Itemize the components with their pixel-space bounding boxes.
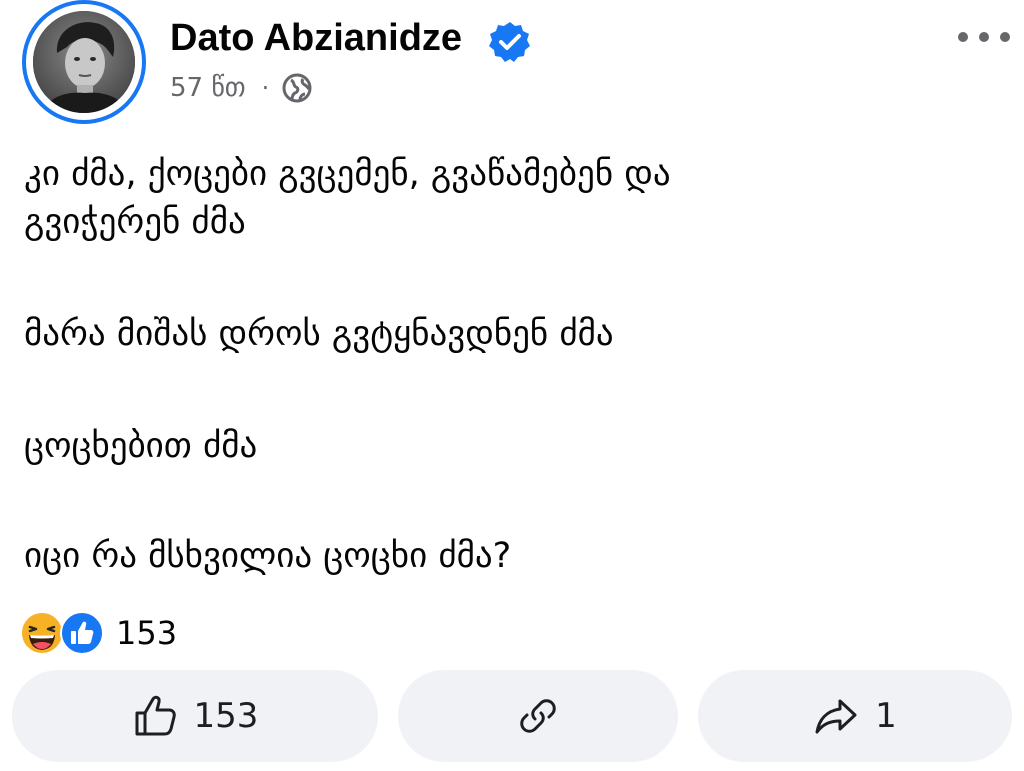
more-horizontal-icon <box>958 32 968 42</box>
post-paragraph: ცოცხებით ძმა <box>24 426 258 466</box>
haha-reaction-icon <box>20 611 64 655</box>
link-icon <box>520 699 556 733</box>
share-count: 1 <box>875 696 897 736</box>
post-header: Dato Abzianidze 57 წთ · <box>22 0 1012 126</box>
share-button[interactable]: 1 <box>698 670 1012 762</box>
like-button[interactable]: 153 <box>12 670 378 762</box>
reaction-count: 153 <box>116 614 178 652</box>
more-horizontal-icon <box>1000 32 1010 42</box>
post-meta: 57 წთ · <box>170 68 313 108</box>
action-bar: 153 1 <box>12 670 1012 762</box>
globe-icon <box>282 73 312 103</box>
reaction-icons <box>20 611 108 655</box>
more-options-button[interactable] <box>958 22 1010 52</box>
author-name[interactable]: Dato Abzianidze <box>170 14 462 62</box>
more-horizontal-icon <box>979 32 989 42</box>
thumbs-up-icon <box>135 695 176 736</box>
like-count: 153 <box>193 696 259 736</box>
avatar[interactable] <box>22 0 146 124</box>
avatar-photo <box>33 11 135 113</box>
post-paragraph: კი ძმა, ქოცები გვცემენ, გვაწამებენ და გვ… <box>24 154 671 242</box>
share-arrow-icon <box>815 699 857 734</box>
meta-separator: · <box>261 74 270 102</box>
verified-badge-icon <box>489 22 530 62</box>
post-timestamp[interactable]: 57 წთ <box>170 70 246 106</box>
reactions-summary[interactable]: 153 <box>20 610 177 656</box>
post-paragraph: იცი რა მსხვილია ცოცხი ძმა? <box>24 536 512 576</box>
post-paragraph: მარა მიშას დროს გვტყნავდნენ ძმა <box>24 314 614 354</box>
copy-link-button[interactable] <box>398 670 678 762</box>
post-text: კი ძმა, ქოცები გვცემენ, გვაწამებენ და გვ… <box>24 150 994 644</box>
like-reaction-icon <box>60 611 104 655</box>
